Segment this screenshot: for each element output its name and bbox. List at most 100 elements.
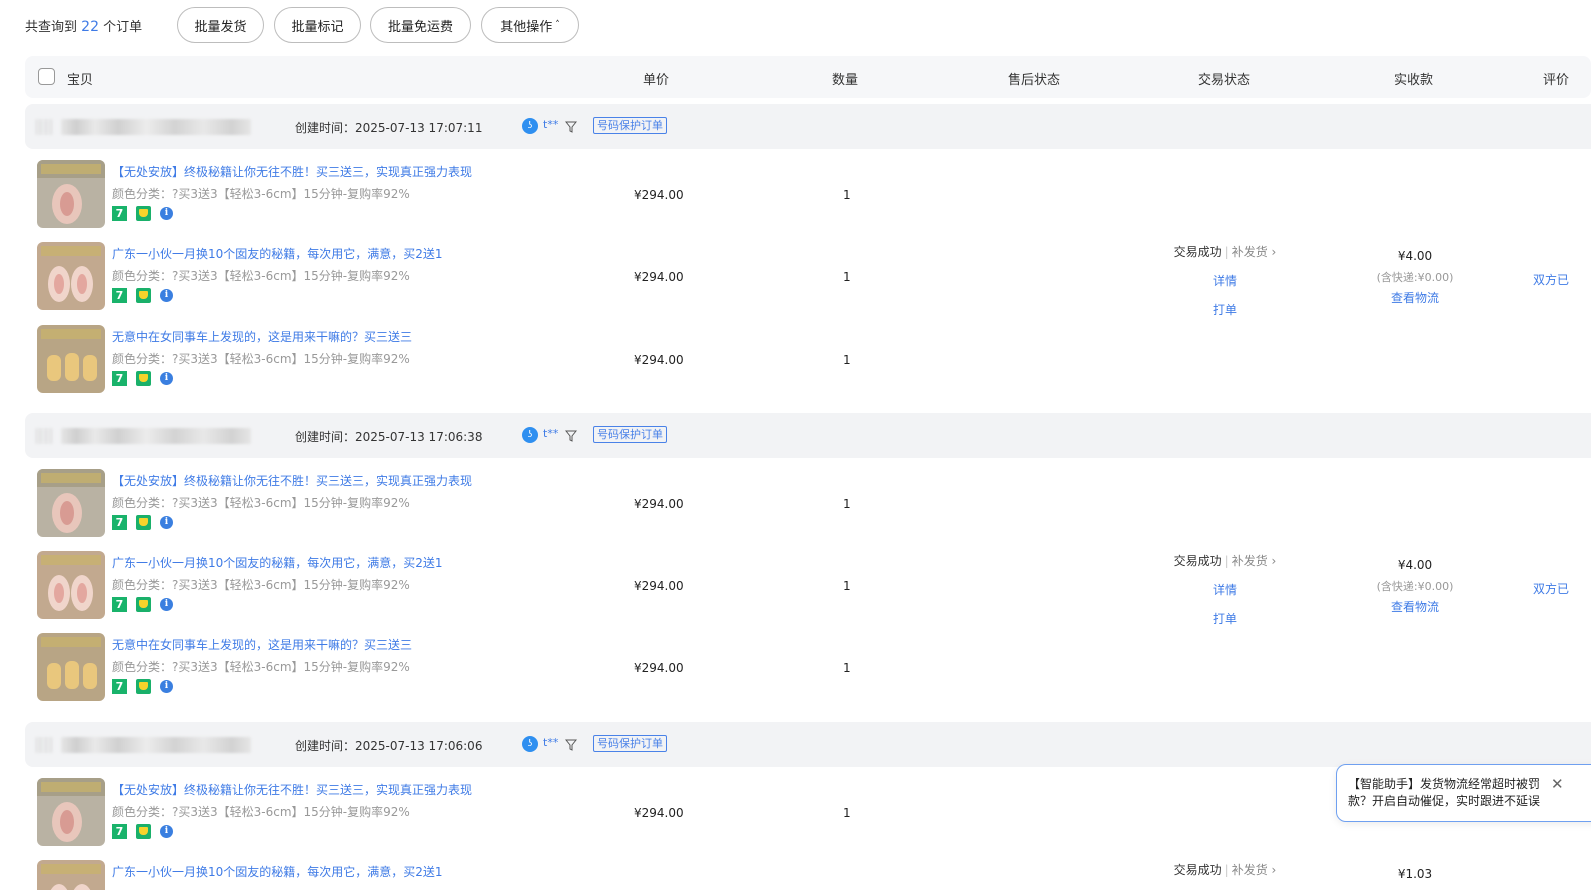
batch-mark-button[interactable]: 批量标记 (274, 7, 361, 43)
trade-status: 交易成功 (1173, 863, 1222, 877)
seven-day-return-icon: 7 (112, 515, 127, 530)
batch-ship-label: 批量发货 (194, 19, 247, 35)
info-icon[interactable]: i (160, 207, 173, 220)
toolbar: 共查询到 22 个订单 批量发货 批量标记 批量免运费 其他操作 ˄ (0, 0, 1591, 50)
product-title-link[interactable]: 【无处安放】终极秘籍让你无往不胜！买三送三，实现真正强力表现 (112, 781, 472, 798)
info-icon[interactable]: i (160, 598, 173, 611)
print-order-link[interactable]: 打单 (1150, 301, 1300, 318)
quantity: 1 (843, 661, 851, 675)
wangwang-icon[interactable]: ʖ (522, 427, 538, 443)
cup-icon (136, 597, 151, 612)
chevron-up-icon: ˄ (555, 20, 560, 30)
batch-free-shipping-button[interactable]: 批量免运费 (370, 7, 471, 43)
trade-status: 交易成功 (1173, 245, 1222, 259)
paid-amount: ¥4.00 (1397, 558, 1433, 572)
unit-price: ¥294.00 (634, 661, 684, 675)
list-item: 无意中在女同事车上发现的，这是用来干嘛的？买三送三 颜色分类：?买3送3【轻松3… (37, 633, 1591, 703)
paid-cell: ¥1.03 (1340, 867, 1490, 890)
smart-assistant-toast[interactable]: 【智能助手】发货物流经常超时被罚款？开启自动催促，实时跟进不延误 ✕ (1336, 764, 1591, 822)
detail-link[interactable]: 详情 (1150, 272, 1300, 289)
protect-order-badge: 号码保护订单 (593, 426, 667, 443)
shipping-fee: (含快递:¥0.00) (1376, 580, 1454, 593)
product-title-link[interactable]: 广东一小伙一月换10个囡友的秘籍，每次用它，满意，买2送1 (112, 554, 443, 571)
list-item: 【无处安放】终极秘籍让你无往不胜！买三送三，实现真正强力表现 颜色分类：?买3送… (37, 160, 1591, 230)
paid-cell: ¥4.00 (含快递:¥0.00) 查看物流 (1340, 249, 1490, 306)
filter-icon[interactable] (565, 430, 577, 442)
info-icon[interactable]: i (160, 825, 173, 838)
evaluation-status[interactable]: 双方已 (1533, 580, 1569, 597)
buyer-name[interactable]: t** (543, 736, 558, 749)
reship-link[interactable]: 补发货 (1232, 245, 1268, 259)
cup-icon (136, 371, 151, 386)
product-thumbnail[interactable] (37, 160, 105, 228)
detail-link[interactable]: 详情 (1150, 581, 1300, 598)
product-thumbnail[interactable] (37, 778, 105, 846)
product-title-link[interactable]: 【无处安放】终极秘籍让你无往不胜！买三送三，实现真正强力表现 (112, 472, 472, 489)
filter-icon[interactable] (565, 121, 577, 133)
order-id-blurred (61, 119, 251, 135)
col-evaluation: 评价 (1543, 73, 1570, 88)
protect-order-badge: 号码保护订单 (593, 117, 667, 134)
count-prefix: 共查询到 (25, 20, 78, 35)
order-id-blurred (35, 119, 53, 135)
product-thumbnail[interactable] (37, 469, 105, 537)
order-header: 创建时间：2025-07-13 17:07:11 ʖ t** 号码保护订单 (25, 104, 1591, 149)
close-icon[interactable]: ✕ (1551, 775, 1564, 793)
view-logistics-link[interactable]: 查看物流 (1340, 598, 1490, 615)
unit-price: ¥294.00 (634, 188, 684, 202)
seven-day-return-icon: 7 (112, 679, 127, 694)
product-sku: 颜色分类：?买3送3【轻松3-6cm】15分钟-复购率92% (112, 352, 410, 366)
buyer-name[interactable]: t** (543, 118, 558, 131)
select-all-checkbox[interactable] (38, 68, 55, 85)
chevron-right-icon: › (1271, 245, 1277, 259)
seven-day-return-icon: 7 (112, 371, 127, 386)
col-after-sale: 售后状态 (1008, 73, 1061, 88)
product-thumbnail[interactable] (37, 633, 105, 701)
product-title-link[interactable]: 【无处安放】终极秘籍让你无往不胜！买三送三，实现真正强力表现 (112, 163, 472, 180)
seven-day-return-icon: 7 (112, 206, 127, 221)
created-time: 创建时间：2025-07-13 17:06:38 (295, 430, 483, 444)
info-icon[interactable]: i (160, 372, 173, 385)
order-header: 创建时间：2025-07-13 17:06:38 ʖ t** 号码保护订单 (25, 413, 1591, 458)
cup-icon (136, 824, 151, 839)
product-thumbnail[interactable] (37, 242, 105, 310)
info-icon[interactable]: i (160, 516, 173, 529)
product-thumbnail[interactable] (37, 860, 105, 890)
batch-ship-button[interactable]: 批量发货 (177, 7, 264, 43)
wangwang-icon[interactable]: ʖ (522, 118, 538, 134)
product-title-link[interactable]: 无意中在女同事车上发现的，这是用来干嘛的？买三送三 (112, 636, 412, 653)
reship-link[interactable]: 补发货 (1232, 554, 1268, 568)
order-header: 创建时间：2025-07-13 17:06:06 ʖ t** 号码保护订单 (25, 722, 1591, 767)
print-order-link[interactable]: 打单 (1150, 610, 1300, 627)
info-icon[interactable]: i (160, 289, 173, 302)
seven-day-return-icon: 7 (112, 288, 127, 303)
col-trade-status: 交易状态 (1198, 73, 1251, 88)
product-title-link[interactable]: 无意中在女同事车上发现的，这是用来干嘛的？买三送三 (112, 328, 412, 345)
order-id-blurred (35, 428, 53, 444)
evaluation-status[interactable]: 双方已 (1533, 271, 1569, 288)
product-thumbnail[interactable] (37, 551, 105, 619)
paid-amount: ¥4.00 (1397, 249, 1433, 263)
paid-amount: ¥1.03 (1397, 867, 1433, 881)
batch-free-shipping-label: 批量免运费 (387, 19, 453, 35)
wangwang-icon[interactable]: ʖ (522, 736, 538, 752)
product-title-link[interactable]: 广东一小伙一月换10个囡友的秘籍，每次用它，满意，买2送1 (112, 863, 443, 880)
product-thumbnail[interactable] (37, 325, 105, 393)
quantity: 1 (843, 806, 851, 820)
cup-icon (136, 515, 151, 530)
buyer-name[interactable]: t** (543, 427, 558, 440)
info-icon[interactable]: i (160, 680, 173, 693)
toast-message: 【智能助手】发货物流经常超时被罚款？开启自动催促，实时跟进不延误 (1348, 777, 1541, 808)
cup-icon (136, 679, 151, 694)
reship-link[interactable]: 补发货 (1232, 863, 1268, 877)
unit-price: ¥294.00 (634, 806, 684, 820)
list-item: 无意中在女同事车上发现的，这是用来干嘛的？买三送三 颜色分类：?买3送3【轻松3… (37, 325, 1591, 395)
view-logistics-link[interactable]: 查看物流 (1340, 289, 1490, 306)
more-actions-button[interactable]: 其他操作 ˄ (481, 7, 579, 43)
created-time: 创建时间：2025-07-13 17:06:06 (295, 739, 483, 753)
trade-status-cell: 交易成功 | 补发货 › 详情 打单 (1150, 552, 1300, 627)
cup-icon (136, 206, 151, 221)
product-title-link[interactable]: 广东一小伙一月换10个囡友的秘籍，每次用它，满意，买2送1 (112, 245, 443, 262)
filter-icon[interactable] (565, 739, 577, 751)
chevron-right-icon: › (1271, 554, 1277, 568)
